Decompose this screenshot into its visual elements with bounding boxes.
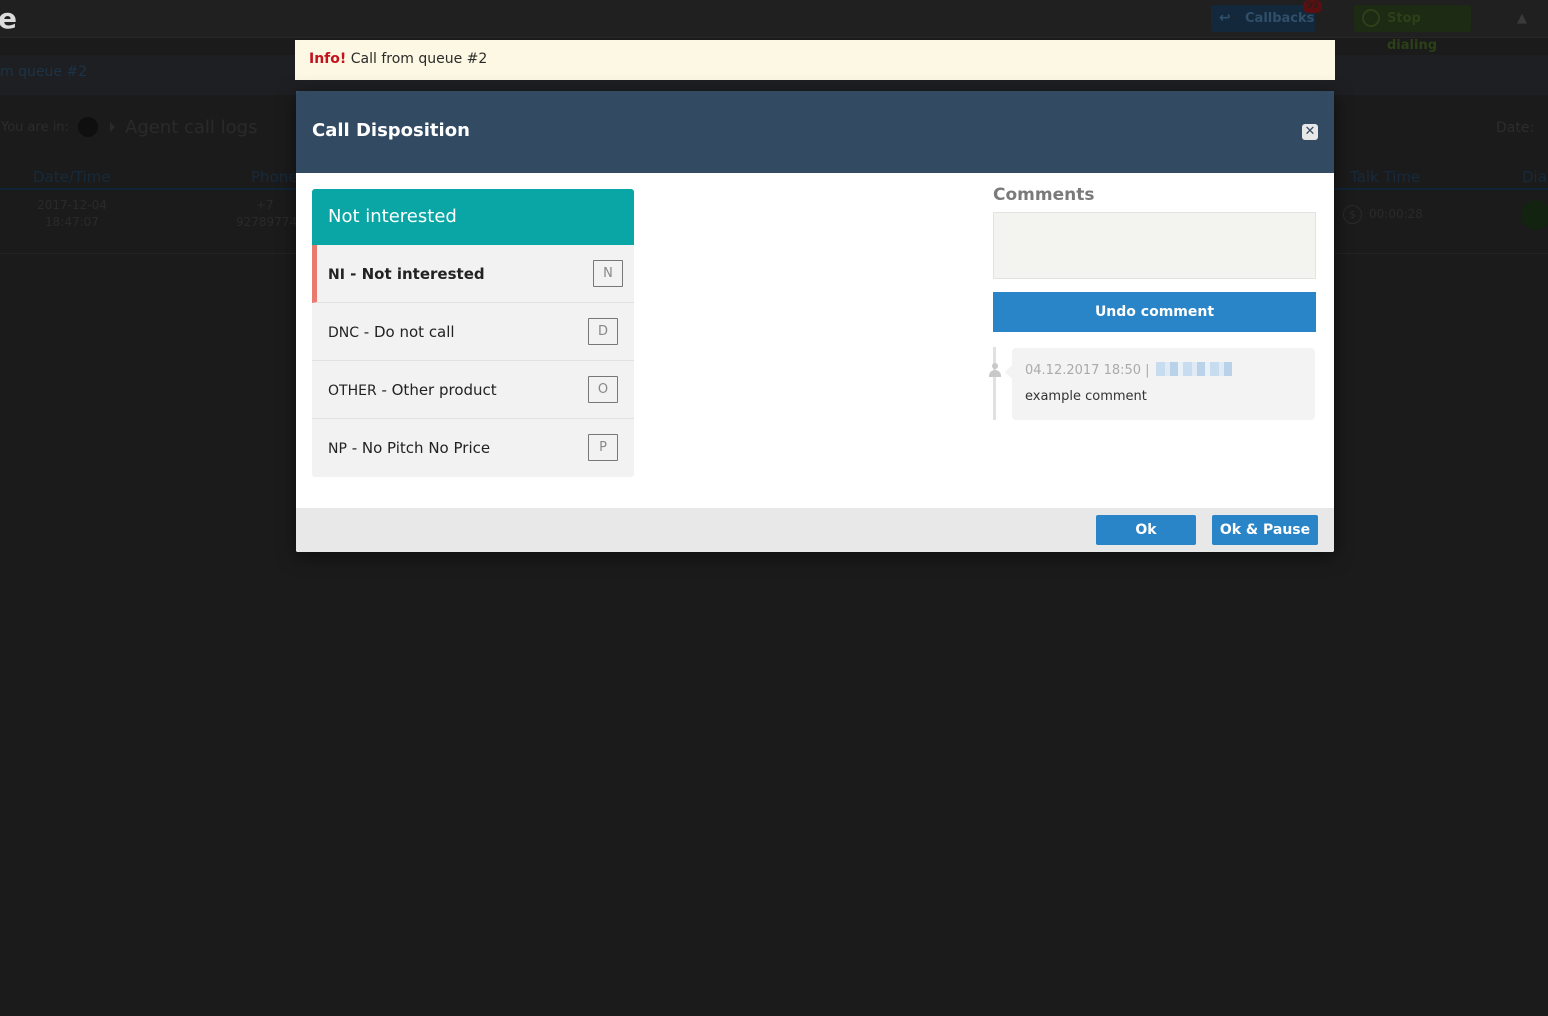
comment-timestamp: 04.12.2017 18:50 (1025, 363, 1142, 378)
column-talk-time[interactable]: Talk Time (1350, 168, 1420, 186)
app-logo: e (0, 2, 17, 35)
modal-title: Call Disposition (312, 120, 470, 141)
shortcut-key: N (593, 260, 623, 287)
disposition-code: OTHER (328, 383, 377, 399)
disposition-group-header: Not interested (312, 189, 634, 245)
shortcut-key: O (588, 376, 618, 403)
top-navbar: e ↩ Callbacks 99 Stop dialing ▲ (0, 0, 1548, 53)
disposition-item-other[interactable]: OTHER - Other product O (312, 361, 634, 419)
callbacks-label: Callbacks (1245, 11, 1315, 26)
user-icon[interactable]: ▲ (1517, 11, 1530, 26)
breadcrumb-label: You are in: (1, 120, 69, 135)
undo-comment-button[interactable]: Undo comment (993, 292, 1316, 332)
cell-phone-prefix: +7 (256, 198, 274, 212)
dollar-icon: $ (1343, 205, 1362, 224)
comment-text: example comment (1025, 389, 1147, 404)
disposition-label: Not interested (361, 265, 485, 283)
cell-phone-number: 92789774 (236, 215, 296, 229)
ok-and-pause-button[interactable]: Ok & Pause (1212, 515, 1318, 545)
disposition-separator: - (346, 439, 362, 457)
date-filter-label: Date: (1496, 120, 1535, 136)
disposition-code: DNC (328, 325, 360, 341)
comment-timeline (993, 347, 996, 420)
user-icon (988, 363, 1002, 377)
shortcut-key: P (588, 434, 618, 461)
page-title: Agent call logs (125, 117, 258, 138)
close-icon[interactable]: ✕ (1302, 124, 1318, 140)
disposition-code: NP (328, 441, 347, 457)
ok-button[interactable]: Ok (1096, 515, 1196, 545)
queue-indicator: m queue #2 (0, 64, 88, 80)
disposition-separator: - (376, 381, 392, 399)
comments-title: Comments (993, 185, 1095, 205)
column-phone[interactable]: Phone (251, 168, 297, 186)
cell-time: 18:47:07 (45, 215, 99, 229)
disposition-separator: - (344, 265, 362, 283)
disposition-item-np[interactable]: NP - No Pitch No Price P (312, 419, 634, 477)
comment-meta: 04.12.2017 18:50 | (1025, 362, 1232, 378)
phone-dial-icon[interactable] (1521, 200, 1548, 230)
pause-icon (1362, 9, 1380, 27)
disposition-label: Do not call (373, 323, 455, 341)
cell-date-time: 2017-12-04 18:47:07 (36, 197, 108, 231)
disposition-list: Not interested NI - Not interested N DNC… (312, 189, 634, 477)
stop-dialing-button[interactable]: Stop dialing (1354, 5, 1471, 53)
modal-footer: Ok Ok & Pause (296, 508, 1334, 552)
stop-dialing-label: Stop dialing (1387, 11, 1438, 53)
disposition-item-ni[interactable]: NI - Not interested N (312, 245, 634, 303)
caret-right-icon (110, 122, 115, 132)
disposition-label: Other product (391, 381, 497, 399)
comment-separator: | (1145, 363, 1150, 378)
disposition-separator: - (359, 323, 374, 341)
disposition-item-dnc[interactable]: DNC - Do not call D (312, 303, 634, 361)
comments-textarea[interactable] (993, 212, 1316, 279)
call-disposition-modal: Call Disposition ✕ Not interested NI - N… (296, 91, 1334, 552)
comment-author-redacted (1155, 362, 1232, 376)
disposition-label: No Pitch No Price (361, 439, 491, 457)
alert-label: Info! (309, 51, 347, 67)
disposition-code: NI (328, 267, 345, 283)
cell-talk-time: 00:00:28 (1369, 207, 1423, 221)
callback-phone-icon: ↩ (1219, 10, 1231, 26)
alert-message: Call from queue #2 (350, 51, 488, 67)
cell-date: 2017-12-04 (37, 198, 107, 212)
shortcut-key: D (588, 318, 618, 345)
callbacks-count-badge: 99 (1303, 0, 1322, 13)
info-alert: Info! Call from queue #2 (295, 40, 1335, 80)
cell-phone: +7 92789774 (236, 197, 296, 231)
modal-header: Call Disposition ✕ (296, 91, 1334, 173)
column-date-time[interactable]: Date/Time (33, 168, 111, 186)
home-icon[interactable] (78, 117, 98, 137)
callbacks-button[interactable]: ↩ Callbacks (1211, 5, 1315, 32)
column-dial[interactable]: Dial (1522, 168, 1548, 186)
comment-entry: 04.12.2017 18:50 | example comment (1005, 348, 1315, 420)
